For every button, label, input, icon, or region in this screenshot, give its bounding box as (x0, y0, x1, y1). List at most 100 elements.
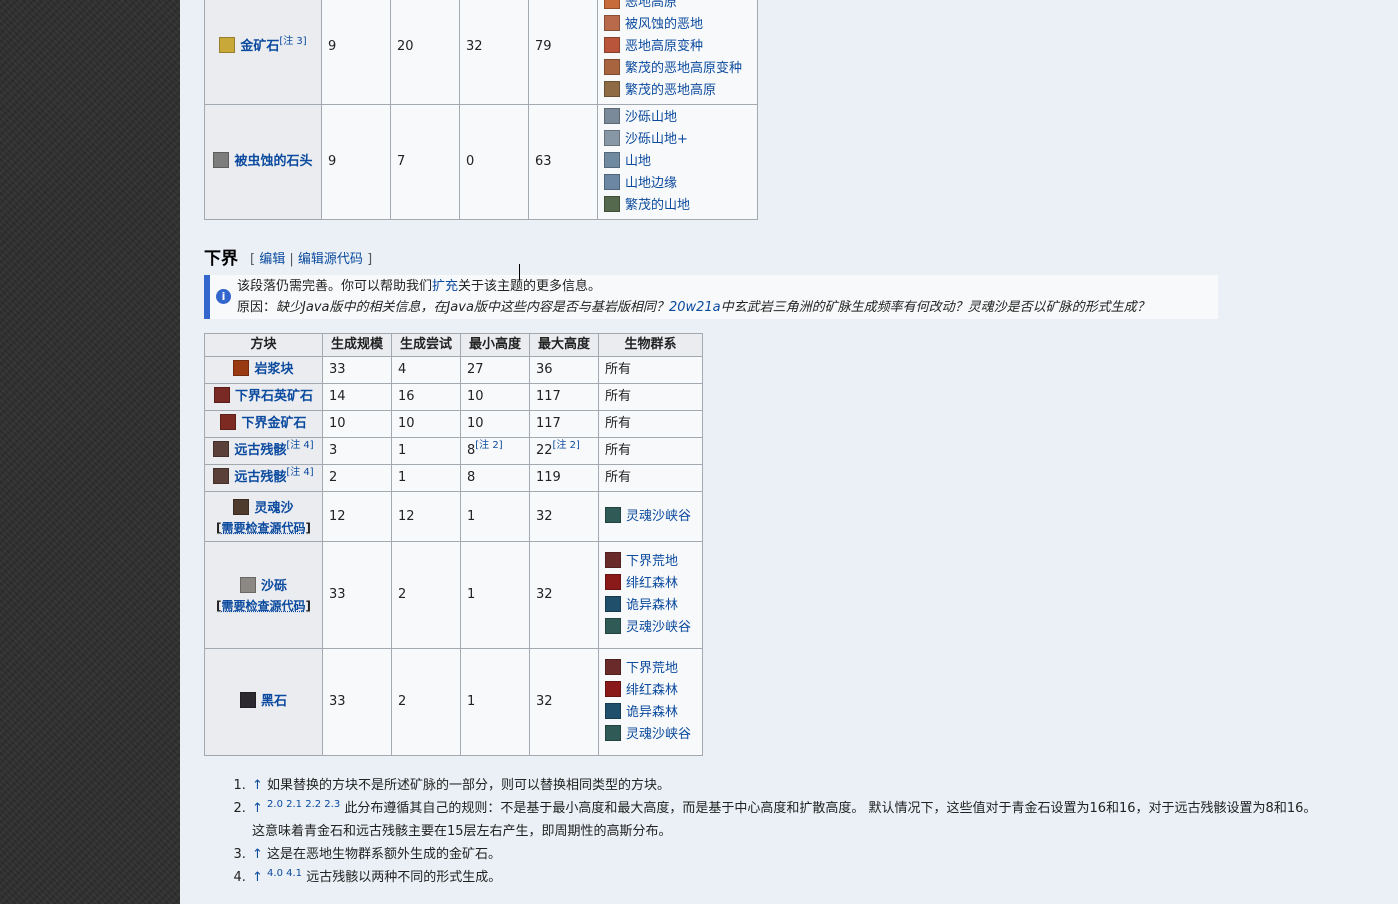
biome-link[interactable]: 繁茂的恶地高原变种 (625, 61, 742, 76)
biome-link[interactable]: 沙砾山地 (625, 110, 677, 125)
check-source-tag[interactable]: [需要检查源代码] (211, 598, 316, 614)
biome-item: 沙砾山地 (604, 107, 751, 129)
block-icon (213, 468, 230, 484)
biome-icon (604, 36, 620, 53)
biome-link[interactable]: 绯红森林 (626, 683, 678, 698)
biome-item: 灵魂沙峡谷 (605, 724, 696, 746)
column-header: 最小高度 (460, 333, 530, 357)
biome-cell: 灵魂沙峡谷 (598, 491, 703, 542)
note-ref[interactable]: [注 4] (286, 467, 313, 478)
block-link[interactable]: 金矿石 (240, 39, 279, 54)
biome-link[interactable]: 繁茂的山地 (625, 198, 690, 213)
expand-notice: i 该段落仍需完善。你可以帮助我们扩充关于该主题的更多信息。 原因：缺少Java… (204, 275, 1218, 319)
edit-link[interactable]: 编辑 (259, 252, 285, 267)
note-ref[interactable]: [注 2] (553, 440, 580, 451)
block-link[interactable]: 下界石英矿石 (235, 389, 313, 404)
biome-link[interactable]: 繁茂的恶地高原 (625, 83, 716, 98)
biome-link[interactable]: 恶地高原 (625, 0, 677, 10)
value-cell: 10 (460, 410, 530, 438)
note-ref[interactable]: [注 2] (475, 440, 502, 451)
block-cell: 金矿石[注 3] (204, 0, 322, 105)
biome-item: 繁茂的恶地高原变种 (604, 58, 751, 80)
edit-source-link[interactable]: 编辑源代码 (298, 252, 363, 267)
footnote-item: ↑ 如果替换的方块不是所述矿脉的一部分，则可以替换相同类型的方块。 (250, 774, 1316, 797)
biome-cell: 所有 (598, 410, 703, 438)
footnote-item: ↑ 2.0 2.1 2.2 2.3 此分布遵循其自己的规则：不是基于最小高度和最… (250, 797, 1316, 843)
block-link[interactable]: 下界金矿石 (241, 416, 306, 431)
back-refs[interactable]: 4.0 4.1 (267, 868, 302, 879)
biome-item: 下界荒地 (605, 551, 696, 573)
footnote-item: ↑ 这是在恶地生物群系额外生成的金矿石。 (250, 843, 1316, 866)
biome-link[interactable]: 恶地高原变种 (625, 39, 703, 54)
biome-link[interactable]: 山地边缘 (625, 176, 677, 191)
value-cell: 8[注 2] (460, 437, 530, 465)
value-cell: 0 (459, 104, 529, 220)
biome-link[interactable]: 沙砾山地+ (625, 132, 688, 147)
value-cell: 9 (321, 0, 391, 105)
value-cell: 1 (391, 464, 461, 492)
expand-link[interactable]: 扩充 (432, 279, 458, 294)
block-icon (239, 577, 256, 593)
back-arrow-link[interactable]: ↑ (252, 870, 263, 885)
biome-link[interactable]: 灵魂沙峡谷 (626, 727, 691, 742)
value-cell: 10 (460, 383, 530, 411)
block-link[interactable]: 黑石 (261, 694, 287, 709)
block-link[interactable]: 灵魂沙 (254, 501, 293, 516)
biome-icon (605, 618, 621, 634)
back-refs[interactable]: 2.0 2.1 2.2 2.3 (267, 799, 340, 810)
block-cell: 黑石 (204, 648, 323, 756)
footnote-text: 这意味着青金石和远古残骸主要在15层左右产生，即周期性的高斯分布。 (252, 824, 672, 839)
note-ref[interactable]: [注 3] (279, 36, 306, 47)
value-cell: 3 (322, 437, 392, 465)
biome-link[interactable]: 被风蚀的恶地 (625, 17, 703, 32)
biome-icon (605, 552, 621, 568)
biome-link[interactable]: 诡异森林 (626, 705, 678, 720)
value-cell: 10 (322, 410, 392, 438)
article-content: 金矿石[注 3] 9 20 32 79 恶地高原 被风蚀的恶地 恶地高原变种 繁茂的恶地高原变种… (180, 0, 1398, 904)
block-cell: 沙砾 [需要检查源代码] (204, 541, 323, 649)
biome-link[interactable]: 诡异森林 (626, 598, 678, 613)
note-ref[interactable]: [注 4] (286, 440, 313, 451)
biome-icon (604, 130, 620, 146)
check-source-tag[interactable]: [需要检查源代码] (211, 520, 316, 536)
block-link[interactable]: 被虫蚀的石头 (234, 154, 312, 169)
biome-link[interactable]: 下界荒地 (626, 661, 678, 676)
biome-link[interactable]: 绯红森林 (626, 576, 678, 591)
biome-link[interactable]: 山地 (625, 154, 651, 169)
table-row: 下界金矿石 10 10 10 117 所有 (204, 410, 703, 438)
biome-link[interactable]: 灵魂沙峡谷 (626, 620, 691, 635)
biome-cell: 所有 (598, 383, 703, 411)
biome-link[interactable]: 下界荒地 (626, 554, 678, 569)
biome-cell: 下界荒地绯红森林诡异森林灵魂沙峡谷 (598, 541, 703, 649)
block-icon (213, 152, 230, 168)
biome-link[interactable]: 灵魂沙峡谷 (626, 509, 691, 524)
value-cell: 7 (390, 104, 460, 220)
table-row: 远古残骸[注 4] 3 1 8[注 2] 22[注 2] 所有 (204, 437, 703, 465)
footnotes-list: ↑ 如果替换的方块不是所述矿脉的一部分，则可以替换相同类型的方块。↑ 2.0 2… (228, 774, 1316, 889)
value-cell: 32 (529, 541, 599, 649)
version-link[interactable]: 20w21a (669, 300, 721, 315)
block-link[interactable]: 远古残骸 (234, 470, 286, 485)
back-arrow-link[interactable]: ↑ (252, 847, 263, 862)
value-cell: 63 (528, 104, 598, 220)
column-header: 方块 (204, 333, 323, 357)
biome-icon (604, 58, 620, 75)
biome-item: 繁茂的山地 (604, 195, 751, 217)
block-link[interactable]: 远古残骸 (234, 443, 286, 458)
value-cell: 32 (529, 491, 599, 542)
block-icon (213, 387, 230, 403)
block-link[interactable]: 沙砾 (261, 579, 287, 594)
block-link[interactable]: 岩浆块 (254, 362, 293, 377)
value-cell: 9 (321, 104, 391, 220)
footnote-text: 远古残骸以两种不同的形式生成。 (306, 870, 502, 885)
back-arrow-link[interactable]: ↑ (252, 801, 263, 816)
biome-icon (605, 703, 621, 719)
value-cell: 12 (322, 491, 392, 542)
biome-item: 下界荒地 (605, 658, 696, 680)
biome-item: 灵魂沙峡谷 (605, 617, 696, 639)
page-background (0, 0, 180, 904)
column-header: 最大高度 (529, 333, 599, 357)
biome-item: 恶地高原变种 (604, 36, 751, 58)
back-arrow-link[interactable]: ↑ (252, 778, 263, 793)
value-cell: 33 (322, 541, 392, 649)
